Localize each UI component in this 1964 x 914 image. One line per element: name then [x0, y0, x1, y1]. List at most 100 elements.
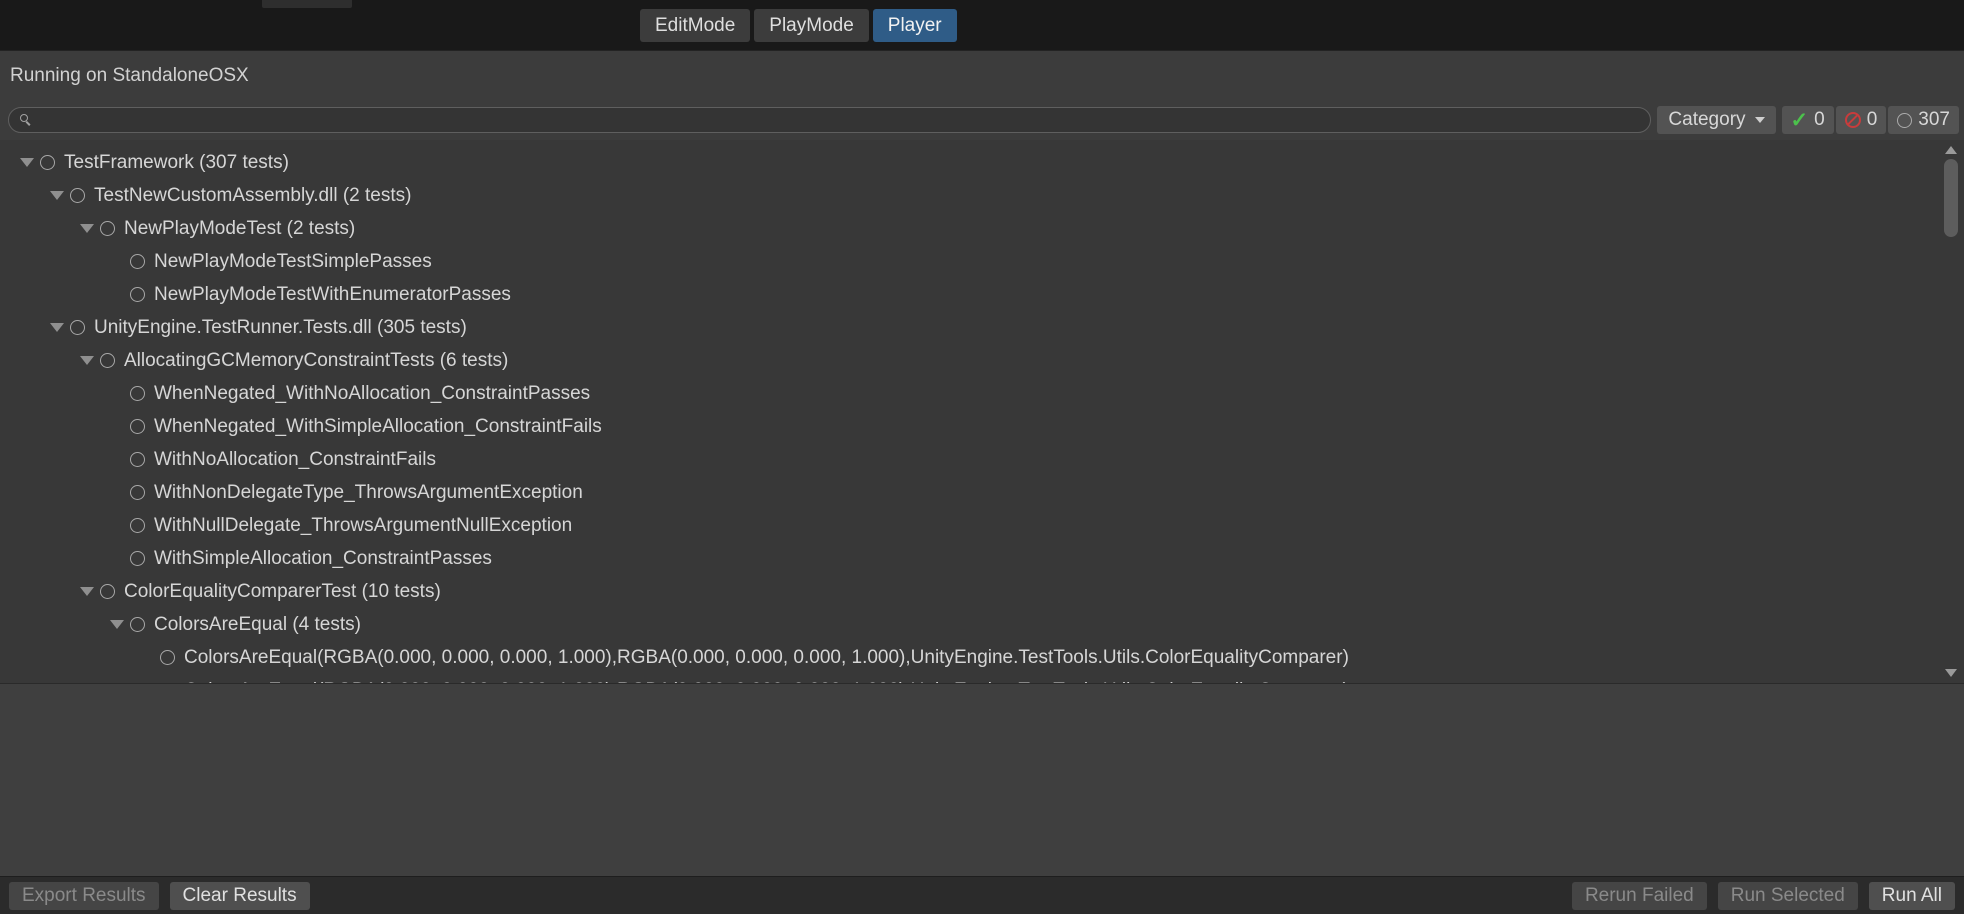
- clear-results-button[interactable]: Clear Results: [170, 882, 310, 910]
- export-results-button[interactable]: Export Results: [9, 882, 159, 910]
- chevron-down-icon: [1755, 117, 1765, 123]
- test-status-circle-icon: [130, 617, 145, 632]
- run-all-button[interactable]: Run All: [1869, 882, 1955, 910]
- rerun-failed-button[interactable]: Rerun Failed: [1572, 882, 1707, 910]
- footer-toolbar: Export Results Clear Results Rerun Faile…: [0, 876, 1964, 914]
- tab-playmode[interactable]: PlayMode: [754, 9, 869, 42]
- search-input[interactable]: [41, 109, 1640, 132]
- tree-item-label: WhenNegated_WithSimpleAllocation_Constra…: [154, 416, 602, 438]
- test-status-circle-icon: [130, 386, 145, 401]
- tab-player[interactable]: Player: [873, 9, 957, 42]
- tree-item-label: ColorsAreEqual (4 tests): [154, 614, 361, 636]
- test-status-circle-icon: [70, 320, 85, 335]
- category-dropdown[interactable]: Category: [1657, 106, 1775, 134]
- tree-item-label: WithNullDelegate_ThrowsArgumentNullExcep…: [154, 515, 572, 537]
- test-tree: TestFramework (307 tests) TestNewCustomA…: [0, 140, 1964, 683]
- status-line-text: Running on StandaloneOSX: [10, 65, 249, 87]
- run-all-label: Run All: [1882, 885, 1942, 907]
- search-box[interactable]: [8, 107, 1651, 133]
- tree-row[interactable]: WithNonDelegateType_ThrowsArgumentExcept…: [0, 476, 1964, 509]
- tree-row[interactable]: UnityEngine.TestRunner.Tests.dll (305 te…: [0, 311, 1964, 344]
- foldout-arrow-icon[interactable]: [74, 356, 100, 365]
- clear-results-label: Clear Results: [183, 885, 297, 907]
- tree-item-label: NewPlayModeTestWithEnumeratorPasses: [154, 284, 511, 306]
- test-detail-panel: [0, 683, 1964, 876]
- test-status-circle-icon: [130, 254, 145, 269]
- tree-scrollbar[interactable]: [1940, 143, 1962, 680]
- notrun-filter-button[interactable]: 307: [1888, 106, 1959, 134]
- fail-icon: [1845, 112, 1861, 128]
- tree-row[interactable]: WithSimpleAllocation_ConstraintPasses: [0, 542, 1964, 575]
- foldout-arrow-icon[interactable]: [104, 620, 130, 629]
- pass-icon: ✓: [1791, 110, 1809, 131]
- tree-item-label: UnityEngine.TestRunner.Tests.dll (305 te…: [94, 317, 467, 339]
- top-toolbar: EditMode PlayMode Player: [0, 0, 1964, 50]
- result-filter-group: ✓ 0 0 307: [1782, 106, 1959, 134]
- tree-item-label: WhenNegated_WithNoAllocation_ConstraintP…: [154, 383, 590, 405]
- notrun-count: 307: [1918, 109, 1950, 131]
- status-line: Running on StandaloneOSX: [0, 50, 1964, 100]
- foldout-arrow-icon[interactable]: [14, 158, 40, 167]
- tree-item-label: TestNewCustomAssembly.dll (2 tests): [94, 185, 411, 207]
- tree-row[interactable]: TestFramework (307 tests): [0, 146, 1964, 179]
- tree-item-label: AllocatingGCMemoryConstraintTests (6 tes…: [124, 350, 508, 372]
- foldout-arrow-icon[interactable]: [74, 587, 100, 596]
- failed-count: 0: [1867, 109, 1878, 131]
- window-tab-notch: [262, 0, 352, 8]
- tree-row[interactable]: AllocatingGCMemoryConstraintTests (6 tes…: [0, 344, 1964, 377]
- tree-item-label: ColorsAreEqual(RGBA(0.000, 0.000, 0.000,…: [184, 647, 1349, 669]
- tree-row[interactable]: WhenNegated_WithSimpleAllocation_Constra…: [0, 410, 1964, 443]
- tree-row[interactable]: WhenNegated_WithNoAllocation_ConstraintP…: [0, 377, 1964, 410]
- tree-item-label: ColorEqualityComparerTest (10 tests): [124, 581, 441, 603]
- passed-count: 0: [1814, 109, 1825, 131]
- mode-tab-group: EditMode PlayMode Player: [640, 9, 957, 42]
- failed-filter-button[interactable]: 0: [1836, 106, 1887, 134]
- export-results-label: Export Results: [22, 885, 146, 907]
- tree-row[interactable]: TestNewCustomAssembly.dll (2 tests): [0, 179, 1964, 212]
- scroll-down-icon[interactable]: [1940, 666, 1962, 680]
- scrollbar-thumb[interactable]: [1944, 159, 1958, 237]
- tree-row[interactable]: ColorsAreEqual(RGBA(0.000, 0.000, 0.000,…: [0, 674, 1964, 683]
- search-icon: [19, 113, 33, 127]
- test-status-circle-icon: [40, 155, 55, 170]
- test-status-circle-icon: [130, 518, 145, 533]
- test-status-circle-icon: [130, 452, 145, 467]
- tree-row[interactable]: WithNullDelegate_ThrowsArgumentNullExcep…: [0, 509, 1964, 542]
- notrun-icon: [1897, 113, 1912, 128]
- rerun-failed-label: Rerun Failed: [1585, 885, 1694, 907]
- tab-player-label: Player: [888, 15, 942, 37]
- scroll-up-icon[interactable]: [1940, 143, 1962, 157]
- run-selected-button[interactable]: Run Selected: [1718, 882, 1858, 910]
- test-status-circle-icon: [130, 551, 145, 566]
- tab-editmode[interactable]: EditMode: [640, 9, 750, 42]
- tab-editmode-label: EditMode: [655, 15, 735, 37]
- tree-item-label: WithSimpleAllocation_ConstraintPasses: [154, 548, 492, 570]
- test-status-circle-icon: [70, 188, 85, 203]
- tree-row[interactable]: ColorsAreEqual(RGBA(0.000, 0.000, 0.000,…: [0, 641, 1964, 674]
- foldout-arrow-icon[interactable]: [74, 224, 100, 233]
- tree-row[interactable]: NewPlayModeTestWithEnumeratorPasses: [0, 278, 1964, 311]
- test-status-circle-icon: [130, 485, 145, 500]
- tree-row[interactable]: ColorEqualityComparerTest (10 tests): [0, 575, 1964, 608]
- tree-row[interactable]: NewPlayModeTestSimplePasses: [0, 245, 1964, 278]
- run-selected-label: Run Selected: [1731, 885, 1845, 907]
- tree-row[interactable]: ColorsAreEqual (4 tests): [0, 608, 1964, 641]
- foldout-arrow-icon[interactable]: [44, 191, 70, 200]
- test-status-circle-icon: [130, 287, 145, 302]
- tab-playmode-label: PlayMode: [769, 15, 854, 37]
- tree-row[interactable]: WithNoAllocation_ConstraintFails: [0, 443, 1964, 476]
- test-status-circle-icon: [100, 221, 115, 236]
- test-status-circle-icon: [130, 419, 145, 434]
- tree-item-label: WithNoAllocation_ConstraintFails: [154, 449, 436, 471]
- tree-item-label: NewPlayModeTest (2 tests): [124, 218, 355, 240]
- tree-item-label: NewPlayModeTestSimplePasses: [154, 251, 432, 273]
- filter-bar: Category ✓ 0 0 307: [0, 100, 1964, 140]
- category-dropdown-label: Category: [1668, 109, 1745, 131]
- test-status-circle-icon: [160, 650, 175, 665]
- test-status-circle-icon: [100, 353, 115, 368]
- passed-filter-button[interactable]: ✓ 0: [1782, 106, 1834, 134]
- foldout-arrow-icon[interactable]: [44, 323, 70, 332]
- tree-item-label: WithNonDelegateType_ThrowsArgumentExcept…: [154, 482, 583, 504]
- tree-item-label: TestFramework (307 tests): [64, 152, 289, 174]
- tree-row[interactable]: NewPlayModeTest (2 tests): [0, 212, 1964, 245]
